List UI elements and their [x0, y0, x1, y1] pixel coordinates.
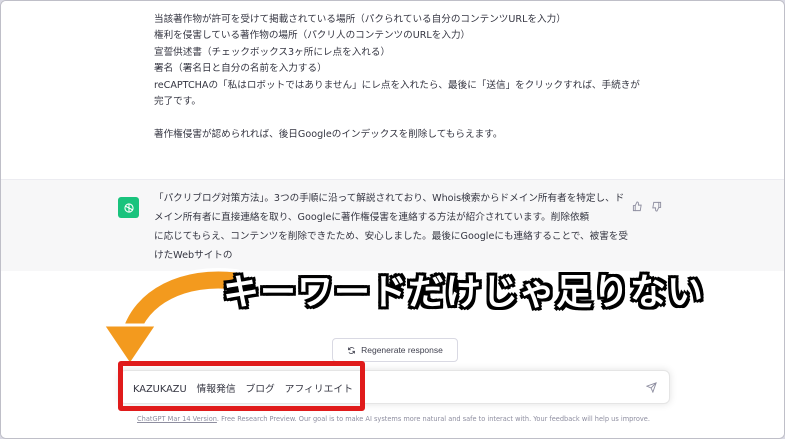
message-line: 「パクリブログ対策方法」。3つの手順に沿って解説されており、Whois検索からド…: [154, 193, 625, 204]
message-line: 署名（署名日と自分の名前を入力する）: [154, 63, 327, 75]
footer-text: . Free Research Preview. Our goal is to …: [216, 415, 650, 423]
message-line: 完了です。: [154, 96, 202, 108]
regenerate-label: Regenerate response: [361, 345, 443, 355]
openai-logo-icon: [118, 197, 139, 218]
message-line: 著作権侵害が認められれば、後日Googleのインデックスを削除してもらえます。: [154, 128, 503, 140]
regenerate-button[interactable]: Regenerate response: [332, 338, 458, 362]
assistant-message-text: 「パクリブログ対策方法」。3つの手順に沿って解説されており、Whois検索からド…: [154, 189, 634, 265]
version-link[interactable]: ChatGPT Mar 14 Version: [137, 415, 217, 423]
user-message-text: 当該著作物が許可を受けて掲載されている場所（パクられている自分のコンテンツURL…: [154, 12, 644, 143]
user-message: 当該著作物が許可を受けて掲載されている場所（パクられている自分のコンテンツURL…: [1, 1, 784, 179]
message-line: [154, 110, 644, 126]
message-line: 宣誓供述書（チェックボックス3ヶ所にレ点を入れる）: [154, 46, 391, 58]
refresh-icon: [348, 346, 356, 354]
send-icon[interactable]: [646, 382, 657, 393]
chat-window: 当該著作物が許可を受けて掲載されている場所（パクられている自分のコンテンツURL…: [0, 0, 785, 439]
thumbs-up-icon[interactable]: [632, 197, 643, 212]
message-line: メイン所有者に直接連絡を取り、Googleに著作権侵害を連絡する方法が紹介されて…: [154, 212, 590, 223]
message-line: reCAPTCHAの「私はロボットではありません」にレ点を入れたら、最後に「送信…: [154, 79, 640, 91]
message-line: 権利を侵害している著作物の場所（パクリ人のコンテンツのURLを入力）: [154, 30, 471, 42]
thumbs-down-icon[interactable]: [651, 197, 662, 212]
message-line: に応じてもらえ、コンテンツを削除できたため、安心しました。最後にGoogleにも…: [154, 231, 628, 242]
assistant-message: 「パクリブログ対策方法」。3つの手順に沿って解説されており、Whois検索からド…: [1, 179, 784, 271]
footer: ChatGPT Mar 14 Version. Free Research Pr…: [1, 415, 784, 423]
feedback-buttons: [632, 197, 662, 212]
overlay-caption: キーワードだけじゃ足りない: [223, 272, 705, 313]
input-highlight-box: [118, 361, 365, 411]
message-line: 当該著作物が許可を受けて掲載されている場所（パクられている自分のコンテンツURL…: [154, 14, 566, 25]
